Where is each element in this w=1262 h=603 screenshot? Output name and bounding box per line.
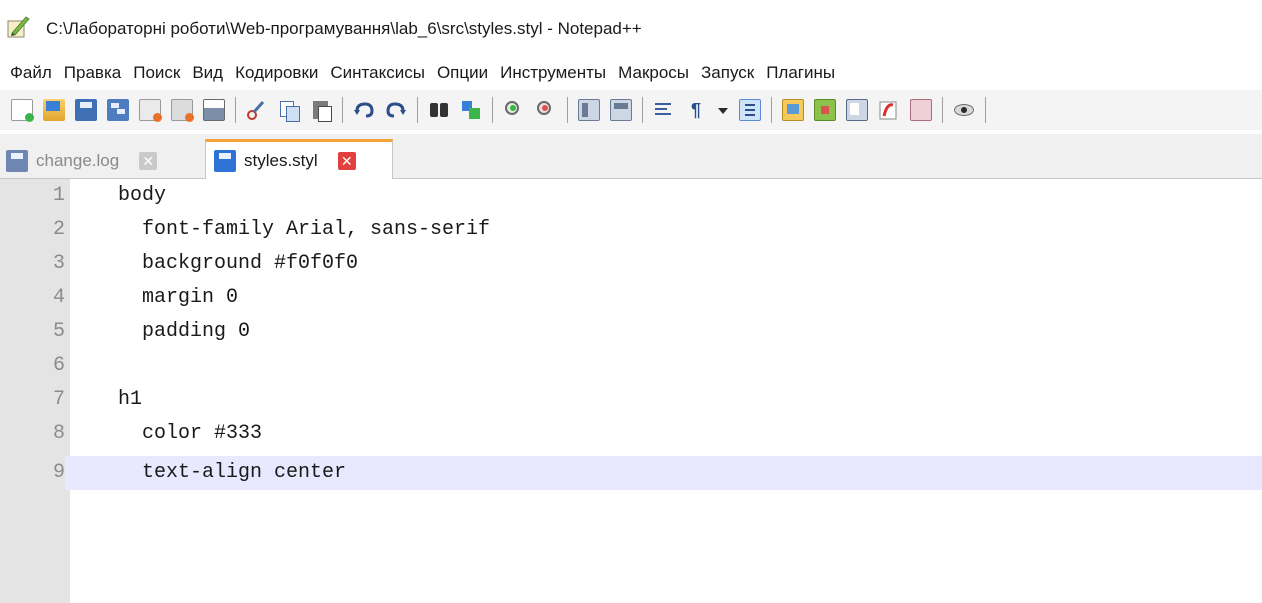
zoom-in-icon[interactable] [503,99,525,121]
line-text[interactable]: font-family Arial, sans-serif [118,213,490,247]
open-file-icon[interactable] [43,99,65,121]
function-list-icon[interactable] [846,99,868,121]
close-tab-icon[interactable]: ✕ [337,151,356,170]
menu-encoding[interactable]: Кодировки [235,63,330,83]
macro-record-icon[interactable] [953,99,975,121]
line-number: 5 [52,320,65,343]
code-line[interactable]: 6 [0,349,1262,383]
document-map-icon[interactable] [814,99,836,121]
folder-as-workspace-icon[interactable] [878,99,900,121]
tab-label: change.log [36,150,120,170]
copy-icon[interactable] [278,99,300,122]
notepad-plus-plus-icon [7,16,30,38]
toolbar-separator [771,97,772,123]
close-tab-icon[interactable]: ✕ [139,151,158,170]
line-number: 9 [0,456,65,490]
line-text[interactable]: padding 0 [118,315,250,349]
find-icon[interactable] [428,99,450,121]
print-icon[interactable] [203,99,225,121]
line-number: 6 [52,354,65,377]
zoom-out-icon[interactable] [535,99,557,121]
redo-icon[interactable] [385,99,407,121]
line-text[interactable]: h1 [118,383,142,417]
line-number: 8 [52,422,65,445]
title-bar: C:\Лабораторні роботи\Web-програмування\… [0,0,1262,46]
code-line[interactable]: 5 padding 0 [0,315,1262,349]
line-number: 7 [52,388,65,411]
menu-macro[interactable]: Макросы [618,63,701,83]
line-number: 2 [52,218,65,241]
indent-guide-dropdown-icon[interactable] [717,99,729,121]
show-all-characters-icon[interactable]: ¶ [685,99,707,121]
menu-bar: Файл Правка Поиск Вид Кодировки Синтакси… [0,57,1262,89]
replace-icon[interactable] [460,99,482,121]
toolbar-separator [492,97,493,123]
line-number: 1 [52,184,65,207]
line-text[interactable]: text-align center [118,456,346,490]
tab-label: styles.styl [244,150,318,170]
toolbar-separator [235,97,236,123]
saved-file-icon [6,149,28,172]
close-icon[interactable] [139,99,162,122]
cut-icon[interactable] [246,99,268,121]
saved-file-icon [214,149,236,172]
toolbar-separator [642,97,643,123]
paste-icon[interactable] [310,99,332,122]
line-text[interactable]: body [118,179,166,213]
menu-run[interactable]: Запуск [701,63,766,83]
menu-plugins[interactable]: Плагины [766,63,847,83]
line-text[interactable]: margin 0 [118,281,238,315]
editor-area[interactable]: 1 body 2 font-family Arial, sans-serif 3… [0,179,1262,603]
menu-search[interactable]: Поиск [133,63,192,83]
line-text[interactable]: color #333 [118,417,262,451]
indent-guide-icon[interactable] [739,99,761,121]
toolbar-separator [985,97,986,123]
sync-horizontal-icon[interactable] [610,99,632,121]
word-wrap-icon[interactable] [653,99,675,121]
toolbar-separator [567,97,568,123]
toolbar: ¶ [0,90,1262,130]
save-all-icon[interactable] [107,99,129,121]
save-icon[interactable] [75,99,97,121]
new-file-icon[interactable] [11,99,34,122]
code-line[interactable]: 1 body [0,179,1262,213]
toolbar-separator [942,97,943,123]
menu-tools[interactable]: Инструменты [500,63,618,83]
menu-file[interactable]: Файл [10,63,64,83]
menu-view[interactable]: Вид [192,63,235,83]
monitoring-icon[interactable] [910,99,932,121]
close-all-icon[interactable] [171,99,194,122]
tab-bar: change.log ✕ styles.styl ✕ [0,134,1262,179]
tab-styles-styl[interactable]: styles.styl ✕ [205,139,393,179]
line-number: 4 [52,286,65,309]
line-number: 3 [52,252,65,275]
toolbar-separator [417,97,418,123]
sync-vertical-icon[interactable] [578,99,600,121]
toolbar-separator [342,97,343,123]
user-defined-language-icon[interactable] [782,99,804,121]
code-line[interactable]: 3 background #f0f0f0 [0,247,1262,281]
window-title: C:\Лабораторні роботи\Web-програмування\… [46,19,642,38]
code-line[interactable]: 4 margin 0 [0,281,1262,315]
undo-icon[interactable] [353,99,375,121]
menu-edit[interactable]: Правка [64,63,133,83]
menu-settings[interactable]: Опции [437,63,500,83]
tab-change-log[interactable]: change.log ✕ [0,142,200,179]
code-line[interactable]: 8 color #333 [0,417,1262,451]
menu-language[interactable]: Синтаксисы [330,63,437,83]
line-text[interactable]: background #f0f0f0 [118,247,358,281]
code-line[interactable]: 7 h1 [0,383,1262,417]
current-code-line[interactable]: 9 text-align center [0,456,1262,490]
code-line[interactable]: 2 font-family Arial, sans-serif [0,213,1262,247]
